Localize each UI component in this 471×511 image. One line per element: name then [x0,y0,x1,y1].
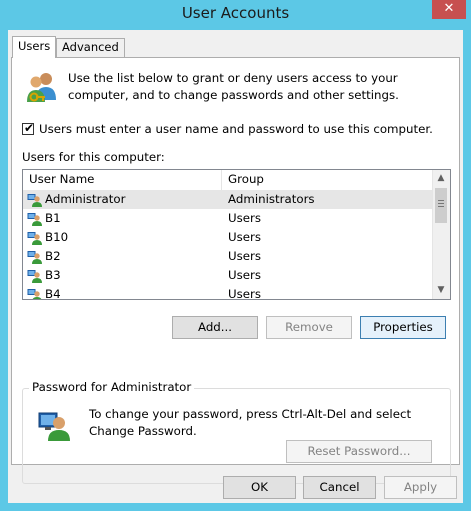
properties-button[interactable]: Properties [360,316,446,339]
user-name-cell: B3 [45,268,61,282]
intro-text: Use the list below to grant or deny user… [68,71,399,102]
user-icon [27,287,42,299]
require-login-label[interactable]: Users must enter a user name and passwor… [39,122,433,136]
apply-button[interactable]: Apply [384,476,457,499]
title-bar[interactable]: User Accounts ✕ [0,0,471,28]
user-name-cell: B4 [45,287,61,300]
add-button[interactable]: Add... [172,316,258,339]
user-name-cell: B1 [45,211,61,225]
list-item[interactable]: Administrator Administrators [23,190,433,209]
group-cell: Users [228,287,262,300]
users-tab-panel: Use the list below to grant or deny user… [11,57,460,484]
users-list-label: Users for this computer: [22,150,165,164]
users-list[interactable]: User Name Group Administrator Administrat… [22,169,451,300]
ok-button[interactable]: OK [223,476,296,499]
cancel-button[interactable]: Cancel [303,476,376,499]
user-name-cell: B2 [45,249,61,263]
list-item[interactable]: B1 Users [23,209,433,228]
scroll-thumb[interactable] [435,188,447,223]
user-icon [27,230,42,245]
column-group[interactable]: Group [222,170,433,190]
password-group-title: Password for Administrator [29,380,195,394]
users-key-icon [27,73,56,102]
list-header: User Name Group [23,170,433,191]
user-icon [27,192,42,207]
group-cell: Administrators [228,192,315,206]
password-instructions: To change your password, press Ctrl-Alt-… [89,407,412,438]
reset-password-button[interactable]: Reset Password... [286,440,432,463]
column-user-name[interactable]: User Name [23,170,222,190]
group-cell: Users [228,268,262,282]
user-icon [27,249,42,264]
user-icon [27,211,42,226]
list-scrollbar[interactable]: ▲ ▼ [432,170,450,299]
require-login-checkbox[interactable]: ✔ [22,121,35,135]
list-rows: Administrator Administrators B1 Users B10 Use… [23,190,433,300]
scroll-down-icon[interactable]: ▼ [433,282,449,299]
scroll-up-icon[interactable]: ▲ [433,170,449,187]
user-name-cell: B10 [45,230,69,244]
checkmark-icon: ✔ [24,121,35,135]
user-icon [27,268,42,283]
password-groupbox: Password for Administrator To change you… [22,380,451,484]
list-item[interactable]: B10 Users [23,228,433,247]
group-cell: Users [228,211,262,225]
user-name-cell: Administrator [45,192,126,206]
group-cell: Users [228,230,262,244]
group-cell: Users [228,249,262,263]
user-icon [38,412,70,441]
window-title: User Accounts [181,4,290,22]
tab-advanced[interactable]: Advanced [56,38,125,57]
grip-icon [438,200,444,209]
remove-button[interactable]: Remove [266,316,352,339]
tab-users[interactable]: Users [12,36,57,58]
close-button[interactable]: ✕ [432,0,466,19]
list-item[interactable]: B4 Users [23,285,433,300]
list-item[interactable]: B2 Users [23,247,433,266]
dialog-client-area: Users Advanced Use the list below to gra… [8,30,463,503]
user-accounts-window: User Accounts ✕ Users Advanced Use the l… [0,0,471,511]
list-item[interactable]: B3 Users [23,266,433,285]
